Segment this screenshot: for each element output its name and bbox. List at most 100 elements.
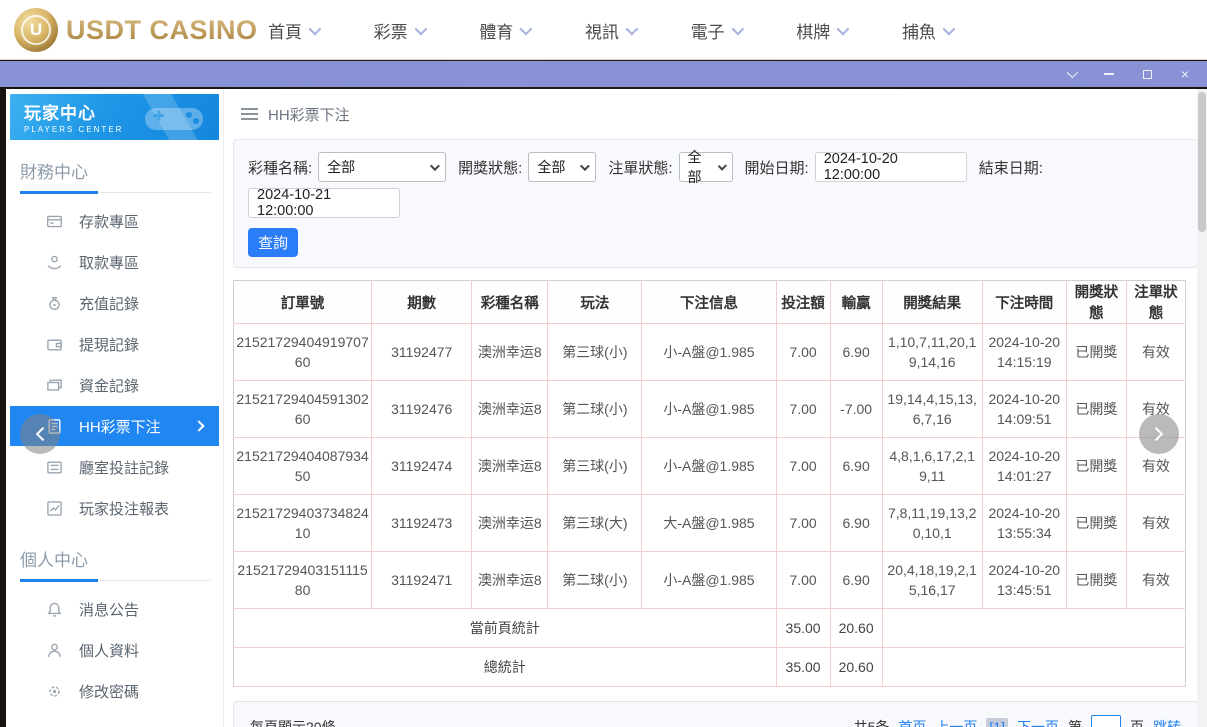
chevron-down-icon — [520, 22, 533, 35]
sidebar-item-label: 消息公告 — [79, 599, 139, 620]
cell-order-no: 2152172940408793450 — [234, 438, 372, 495]
jump-link[interactable]: 跳转 — [1153, 717, 1181, 727]
summary-label: 當前頁統計 — [234, 609, 777, 648]
nav-item-2[interactable]: 彩票 — [374, 18, 424, 43]
cell-win-loss: 6.90 — [830, 495, 882, 552]
chevron-left-icon — [36, 427, 50, 441]
column-header-bet-time: 下注時間 — [982, 281, 1066, 324]
cell-draw-result: 20,4,18,19,2,15,16,17 — [882, 552, 982, 609]
hamburger-menu-icon[interactable] — [241, 108, 258, 120]
table-row: 215217294040879345031192474澳洲幸运8第三球(小)小-… — [234, 438, 1186, 495]
cell-order-no: 2152172940373482410 — [234, 495, 372, 552]
coin-logo-icon: U — [14, 8, 58, 52]
table-header-row: 訂單號期數彩種名稱玩法下注信息投注額輸贏開獎結果下注時間開獎狀態注單狀態 — [234, 281, 1186, 324]
chevron-down-icon — [309, 22, 322, 35]
column-header-lottery-name: 彩種名稱 — [472, 281, 548, 324]
lottery-name-select[interactable]: 全部 — [318, 152, 446, 182]
brand-logo[interactable]: U USDT CASINO — [14, 8, 258, 52]
cell-bet-time: 2024-10-20 14:09:51 — [982, 381, 1066, 438]
sidebar-item-label: 修改密碼 — [79, 681, 139, 702]
page-title: HH彩票下注 — [268, 104, 350, 125]
sidebar-item-player-bet-report[interactable]: 玩家投注報表 — [10, 488, 219, 528]
cell-bet-amount: 7.00 — [776, 495, 830, 552]
next-page-link[interactable]: 下一页 — [1017, 717, 1059, 727]
cell-bet-amount: 7.00 — [776, 552, 830, 609]
summary-label: 總統計 — [234, 648, 777, 687]
cell-bet-info: 小-A盤@1.985 — [642, 381, 776, 438]
chevron-down-icon — [626, 22, 639, 35]
cell-period: 31192477 — [372, 324, 472, 381]
window-minimize-button[interactable] — [1101, 67, 1117, 81]
nav-item-label: 棋牌 — [796, 18, 830, 43]
nav-item-1[interactable]: 首頁 — [268, 18, 318, 43]
cell-lottery-name: 澳洲幸运8 — [472, 324, 548, 381]
window-collapse-button[interactable] — [1063, 67, 1079, 81]
cell-bet-info: 小-A盤@1.985 — [642, 438, 776, 495]
sidebar-item-withdraw-record[interactable]: 提現記錄 — [10, 324, 219, 364]
moneybag-icon — [46, 295, 63, 312]
nav-item-label: 體育 — [479, 18, 513, 43]
close-icon: × — [1181, 67, 1189, 81]
column-header-win-loss: 輸贏 — [830, 281, 882, 324]
table-row: 215217294037348241031192473澳洲幸运8第三球(大)大-… — [234, 495, 1186, 552]
select-caret-icon — [580, 161, 590, 171]
sidebar-item-label: 提現記錄 — [79, 334, 139, 355]
column-header-order-status: 注單狀態 — [1126, 281, 1185, 324]
cell-order-status: 有效 — [1126, 324, 1185, 381]
sidebar-item-label: 資金記錄 — [79, 375, 139, 396]
summary-winloss-total: 20.60 — [830, 609, 882, 648]
nav-item-label: 視訊 — [585, 18, 619, 43]
cell-play-type: 第三球(小) — [548, 324, 642, 381]
carousel-prev-button[interactable] — [20, 414, 60, 454]
nav-item-3[interactable]: 體育 — [479, 18, 529, 43]
order-status-select[interactable]: 全部 — [679, 152, 733, 182]
sidebar-item-announcements[interactable]: 消息公告 — [10, 589, 219, 629]
sidebar-item-funds-record[interactable]: 資金記錄 — [10, 365, 219, 405]
sidebar-item-label: HH彩票下注 — [79, 416, 161, 437]
cell-bet-time: 2024-10-20 14:15:19 — [982, 324, 1066, 381]
chevron-right-icon — [1149, 427, 1163, 441]
sidebar-item-recharge-record[interactable]: 充值記錄 — [10, 283, 219, 323]
cell-draw-status: 已開獎 — [1066, 552, 1126, 609]
nav-item-5[interactable]: 電子 — [691, 18, 741, 43]
cell-order-status: 有效 — [1126, 552, 1185, 609]
carousel-next-button[interactable] — [1139, 414, 1179, 454]
filter-panel: 彩種名稱: 全部 開獎狀態: 全部 注單狀態: 全部 開始日期: 2024-10 — [233, 139, 1198, 268]
scrollbar-thumb[interactable] — [1198, 92, 1206, 232]
window-maximize-button[interactable] — [1139, 67, 1155, 81]
page-number-input[interactable] — [1091, 715, 1121, 727]
cell-bet-amount: 7.00 — [776, 324, 830, 381]
scrollbar[interactable] — [1197, 89, 1207, 727]
nav-item-7[interactable]: 捕魚 — [902, 18, 952, 43]
start-date-input[interactable]: 2024-10-20 12:00:00 — [815, 152, 967, 182]
cell-bet-time: 2024-10-20 13:45:51 — [982, 552, 1066, 609]
prev-page-link[interactable]: 上一页 — [935, 717, 977, 727]
cell-lottery-name: 澳洲幸运8 — [472, 552, 548, 609]
summary-bet-total: 35.00 — [776, 609, 830, 648]
nav-item-6[interactable]: 棋牌 — [796, 18, 846, 43]
summary-winloss-total: 20.60 — [830, 648, 882, 687]
nav-item-label: 彩票 — [374, 18, 408, 43]
cell-draw-result: 7,8,11,19,13,20,10,1 — [882, 495, 982, 552]
cell-lottery-name: 澳洲幸运8 — [472, 438, 548, 495]
draw-status-select[interactable]: 全部 — [528, 152, 596, 182]
query-button[interactable]: 查詢 — [248, 228, 298, 257]
cell-order-no: 2152172940315111580 — [234, 552, 372, 609]
window-close-button[interactable]: × — [1177, 67, 1193, 81]
list-icon — [46, 459, 63, 476]
wallet-icon — [46, 336, 63, 353]
sidebar-item-withdraw[interactable]: 取款專區 — [10, 242, 219, 282]
current-page-badge: [1] — [986, 718, 1008, 727]
cell-bet-amount: 7.00 — [776, 381, 830, 438]
first-page-link[interactable]: 首页 — [898, 717, 926, 727]
table-row: 215217294049197076031192477澳洲幸运8第三球(小)小-… — [234, 324, 1186, 381]
sidebar-item-deposit[interactable]: 存款專區 — [10, 201, 219, 241]
sidebar-item-profile[interactable]: 個人資料 — [10, 630, 219, 670]
end-date-input[interactable]: 2024-10-21 12:00:00 — [248, 188, 400, 218]
cell-draw-result: 19,14,4,15,13,6,7,16 — [882, 381, 982, 438]
column-header-play-type: 玩法 — [548, 281, 642, 324]
summary-bet-total: 35.00 — [776, 648, 830, 687]
sidebar-item-change-password[interactable]: 修改密碼 — [10, 671, 219, 711]
banknotes-icon — [46, 377, 63, 394]
nav-item-4[interactable]: 視訊 — [585, 18, 635, 43]
